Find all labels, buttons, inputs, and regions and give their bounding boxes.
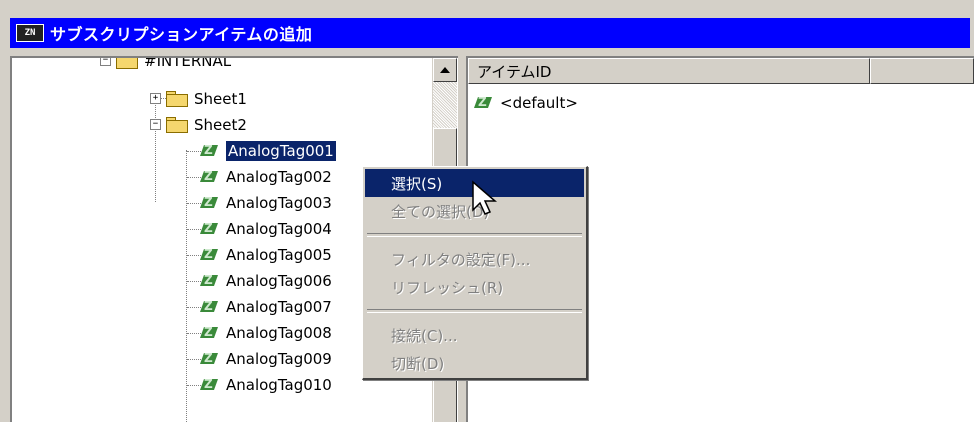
- tree-node-label: Sheet1: [194, 90, 247, 108]
- tree-node-label: AnalogTag006: [226, 272, 332, 290]
- tree-connector: [186, 150, 187, 422]
- folder-icon: [166, 91, 188, 107]
- list-item[interactable]: <default>: [474, 94, 578, 112]
- tag-icon: [200, 221, 218, 237]
- tree-node-label: AnalogTag003: [226, 194, 332, 212]
- tree-node-label: Sheet2: [194, 116, 247, 134]
- tree-node-label: AnalogTag005: [226, 246, 332, 264]
- menu-item-refresh[interactable]: リフレッシュ(R): [365, 273, 584, 301]
- tag-icon: [200, 195, 218, 211]
- mouse-pointer-icon: [472, 180, 498, 215]
- arrow-up-icon: [440, 67, 450, 73]
- column-header-item-id[interactable]: アイテムID: [468, 58, 871, 84]
- tree-node-analogtag009[interactable]: AnalogTag009: [200, 346, 332, 372]
- tag-icon: [200, 247, 218, 263]
- folder-icon: [166, 117, 188, 133]
- tree-node-analogtag001[interactable]: AnalogTag001: [200, 138, 337, 164]
- tag-icon: [200, 351, 218, 367]
- tag-icon: [200, 299, 218, 315]
- tag-icon: [200, 325, 218, 341]
- tree-node-analogtag006[interactable]: AnalogTag006: [200, 268, 332, 294]
- folder-icon: [116, 58, 138, 69]
- scroll-up-button[interactable]: [433, 58, 457, 82]
- menu-separator: [367, 309, 582, 313]
- menu-item-filter-settings[interactable]: フィルタの設定(F)...: [365, 245, 584, 273]
- app-icon: ZN: [16, 24, 44, 42]
- tree-node-analogtag005[interactable]: AnalogTag005: [200, 242, 332, 268]
- collapse-toggle[interactable]: −: [100, 58, 111, 66]
- menu-item-disconnect[interactable]: 切断(D): [365, 349, 584, 377]
- tag-icon: [200, 143, 218, 159]
- menu-item-connect[interactable]: 接続(C)...: [365, 321, 584, 349]
- tag-icon: [200, 273, 218, 289]
- list-header: アイテムID: [468, 58, 974, 84]
- tree-node-internal[interactable]: #INTERNAL: [116, 56, 232, 74]
- tree-node-label: AnalogTag010: [226, 376, 332, 394]
- tag-icon: [200, 377, 218, 393]
- tree-node-label: AnalogTag002: [226, 168, 332, 186]
- tree-node-label: AnalogTag001: [225, 140, 337, 162]
- tree-node-analogtag010[interactable]: AnalogTag010: [200, 372, 332, 398]
- tree-node-analogtag004[interactable]: AnalogTag004: [200, 216, 332, 242]
- tree-node-label: AnalogTag004: [226, 220, 332, 238]
- tree-node-analogtag003[interactable]: AnalogTag003: [200, 190, 332, 216]
- tree-node-label: AnalogTag007: [226, 298, 332, 316]
- tree-node-analogtag007[interactable]: AnalogTag007: [200, 294, 332, 320]
- menu-separator: [367, 233, 582, 237]
- tree-node-analogtag008[interactable]: AnalogTag008: [200, 320, 332, 346]
- expand-toggle[interactable]: +: [150, 93, 161, 104]
- tag-icon: [200, 169, 218, 185]
- collapse-toggle[interactable]: −: [150, 119, 161, 130]
- list-item-label: <default>: [500, 94, 578, 112]
- window-title: サブスクリプションアイテムの追加: [50, 25, 313, 44]
- tag-icon: [474, 95, 492, 111]
- tree-node-sheet2[interactable]: Sheet2: [166, 112, 247, 138]
- tree-node-label: #INTERNAL: [144, 56, 232, 70]
- column-header-blank[interactable]: [870, 58, 974, 84]
- tree-node-analogtag002[interactable]: AnalogTag002: [200, 164, 332, 190]
- tree-node-sheet1[interactable]: Sheet1: [166, 86, 247, 112]
- tree-node-label: AnalogTag009: [226, 350, 332, 368]
- tree-node-label: AnalogTag008: [226, 324, 332, 342]
- title-bar[interactable]: ZN サブスクリプションアイテムの追加: [10, 18, 970, 48]
- tree-connector: [155, 98, 156, 202]
